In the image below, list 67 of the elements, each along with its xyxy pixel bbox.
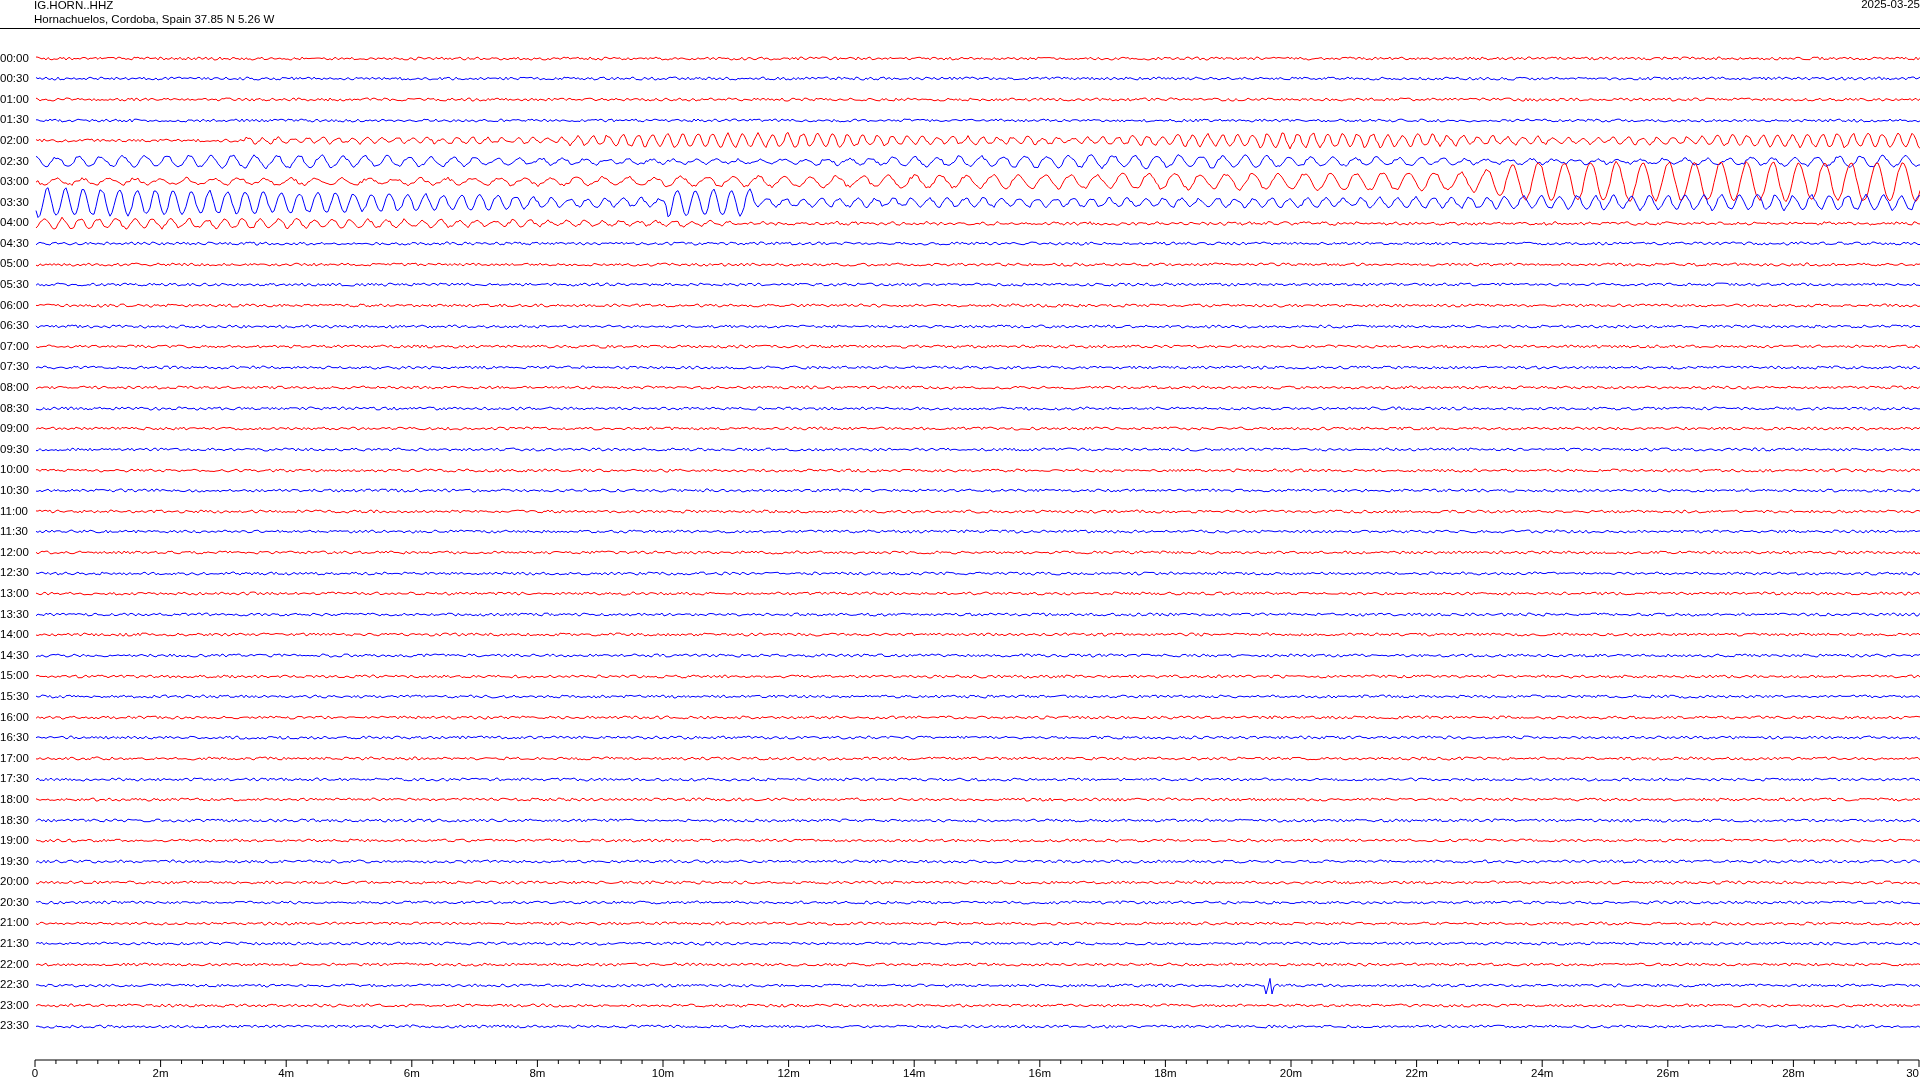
trace-time-label: 20:00: [0, 876, 30, 888]
trace-time-label: 17:00: [0, 752, 30, 765]
axis-tick-label: 4m: [278, 1066, 295, 1079]
trace-time-label: 23:00: [0, 999, 30, 1012]
trace-time-label: 02:30: [0, 155, 30, 167]
station-location: Hornachuelos, Cordoba, Spain 37.85 N 5.26 W: [34, 12, 275, 26]
trace-time-label: 13:00: [0, 588, 30, 600]
trace-time-label: 07:30: [0, 361, 30, 373]
trace-time-label: 10:00: [0, 464, 30, 476]
trace-time-label: 09:30: [0, 443, 30, 456]
station-code: IG.HORN..HHZ: [34, 0, 115, 12]
axis-tick-label: 12m: [777, 1066, 800, 1079]
trace-time-label: 06:00: [0, 299, 30, 312]
trace-time-label: 01:00: [0, 93, 30, 106]
trace-time-label: 17:30: [0, 773, 30, 785]
trace-time-label: 23:30: [0, 1020, 30, 1032]
trace-time-label: 15:30: [0, 690, 30, 703]
trace-time-label: 11:00: [0, 505, 29, 518]
trace-time-label: 06:30: [0, 320, 30, 332]
trace-time-label: 03:30: [0, 196, 30, 209]
trace-time-label: 01:30: [0, 114, 30, 126]
axis-tick-label: 14m: [903, 1066, 926, 1079]
trace-time-label: 18:00: [0, 793, 30, 806]
axis-tick-label: 18m: [1154, 1066, 1177, 1079]
trace-time-label: 04:00: [0, 217, 30, 229]
trace-time-label: 11:30: [0, 526, 29, 538]
axis-tick-label: 26m: [1656, 1066, 1679, 1079]
axis-tick-label: 24m: [1531, 1066, 1554, 1079]
trace-time-label: 14:00: [0, 629, 30, 641]
trace-time-label: 22:30: [0, 979, 30, 991]
trace-time-label: 21:30: [0, 938, 30, 950]
trace-time-label: 09:00: [0, 423, 30, 435]
axis-tick-label: 30: [1906, 1066, 1919, 1079]
trace-time-label: 08:30: [0, 402, 30, 415]
axis-tick-label: 10m: [651, 1066, 675, 1079]
trace-time-label: 12:00: [0, 546, 30, 559]
axis-tick-label: 8m: [529, 1066, 546, 1079]
trace-time-label: 16:30: [0, 732, 30, 744]
trace-time-label: 02:00: [0, 134, 30, 147]
axis-tick-label: 20m: [1279, 1066, 1303, 1079]
trace-time-label: 22:00: [0, 958, 30, 971]
trace-time-label: 15:00: [0, 670, 30, 682]
axis-tick-label: 22m: [1405, 1066, 1428, 1079]
trace-time-label: 08:00: [0, 382, 30, 394]
trace-time-label: 19:30: [0, 855, 30, 868]
axis-tick-label: 2m: [152, 1066, 169, 1079]
axis-tick-label: 28m: [1782, 1066, 1805, 1079]
trace-time-label: 10:30: [0, 485, 30, 497]
axis-tick-label: 0: [31, 1066, 39, 1079]
trace-time-label: 00:30: [0, 73, 30, 85]
trace-time-label: 05:30: [0, 279, 30, 291]
trace-time-label: 13:30: [0, 608, 30, 621]
trace-time-label: 05:00: [0, 258, 30, 270]
trace-time-label: 19:00: [0, 835, 30, 847]
trace-time-label: 04:30: [0, 237, 30, 250]
trace-time-label: 14:30: [0, 649, 30, 662]
record-date: 2025-03-25: [1861, 0, 1920, 12]
trace-time-label: 16:00: [0, 711, 30, 724]
trace-time-label: 07:00: [0, 340, 30, 353]
trace-time-label: 18:30: [0, 814, 30, 826]
trace-time-label: 12:30: [0, 567, 30, 579]
axis-tick-label: 6m: [403, 1066, 420, 1079]
trace-time-label: 20:30: [0, 896, 30, 909]
trace-time-label: 00:00: [0, 52, 30, 65]
trace-time-label: 21:00: [0, 917, 30, 929]
axis-tick-label: 16m: [1028, 1066, 1051, 1079]
trace-time-label: 03:00: [0, 176, 30, 188]
